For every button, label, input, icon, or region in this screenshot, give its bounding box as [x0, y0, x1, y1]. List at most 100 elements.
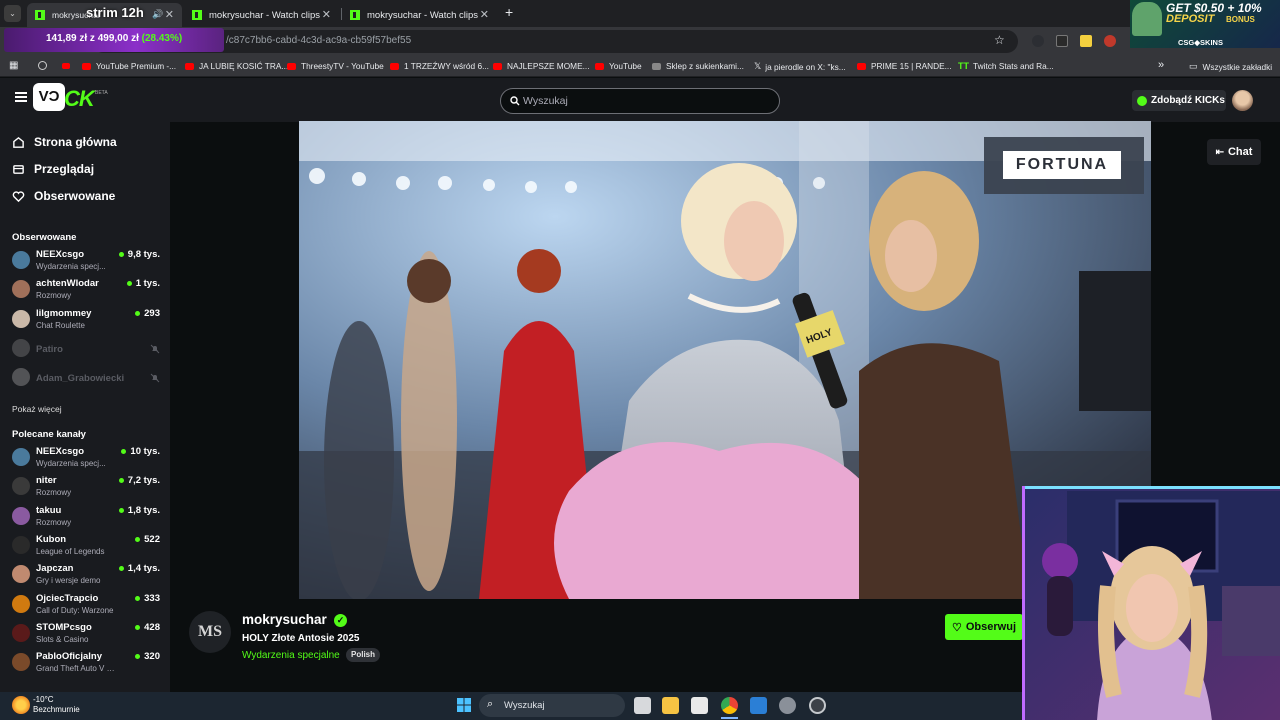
- youtube-icon: [595, 62, 604, 70]
- bookmark-item[interactable]: YouTube Premium -...: [82, 61, 176, 71]
- sidebar-channel-lilgmommey[interactable]: lilgmommey Chat Roulette 293: [12, 307, 160, 335]
- sidebar-channel-takuu[interactable]: takuu Rozmowy 1,8 tys.: [12, 504, 160, 532]
- channel-avatar: [12, 653, 30, 672]
- channel-name: PabloOficjalny: [36, 651, 102, 663]
- sidebar-channel-neexcsgo[interactable]: NEEXcsgo Wydarzenia specj... 9,8 tys.: [12, 248, 160, 276]
- youtube-icon: [390, 62, 399, 70]
- bookmark-label: 1 TRZEŹWY wśród 6...: [404, 61, 489, 71]
- weather-icon[interactable]: [12, 696, 30, 714]
- ad-bonus: BONUS: [1226, 15, 1255, 24]
- verified-icon: ✓: [334, 614, 347, 627]
- nav-following-label: Obserwowane: [34, 189, 116, 203]
- extension-icon[interactable]: [1056, 35, 1068, 47]
- language-tag[interactable]: Polish: [346, 648, 381, 662]
- bookmark-label: YouTube Premium -...: [96, 61, 177, 71]
- sidebar-channel-patiro[interactable]: Patiro: [12, 336, 160, 364]
- bookmark-item[interactable]: PRIME 15 | RANDE...: [857, 61, 952, 71]
- search-icon: ⌕: [487, 698, 494, 710]
- chrome-icon[interactable]: [38, 61, 47, 70]
- notifications-off-icon: [150, 344, 160, 354]
- bookmark-item[interactable]: NAJLEPSZE MOME...: [493, 61, 590, 71]
- tab-close-icon[interactable]: ✕: [322, 8, 331, 21]
- tab-close-icon[interactable]: ✕: [165, 8, 174, 21]
- file-explorer-icon[interactable]: [662, 697, 679, 714]
- nav-following[interactable]: Obserwowane: [12, 189, 115, 203]
- new-tab-button[interactable]: +: [505, 4, 513, 20]
- extension-icon[interactable]: [1104, 35, 1116, 47]
- follow-button[interactable]: ♡ Obserwuj: [945, 614, 1023, 640]
- tab-clips-1[interactable]: mokrysuchar - Watch clips on K ✕: [184, 3, 339, 27]
- x-icon: 𝕏: [754, 61, 762, 71]
- channel-avatar: [12, 280, 30, 299]
- bookmark-label: PRIME 15 | RANDE...: [871, 61, 952, 71]
- youtube-icon: [857, 62, 866, 70]
- tab-search-button[interactable]: ⌄: [4, 5, 21, 22]
- logo-mark-icon[interactable]: VƆ: [33, 83, 65, 111]
- chat-toggle-button[interactable]: ⇤ Chat: [1207, 139, 1261, 165]
- kick-logo-text[interactable]: CK: [64, 86, 95, 112]
- bookmark-item[interactable]: Sklep z sukienkami...: [652, 61, 744, 71]
- windows-taskbar: -10°C Bezchmurnie ⌕ Wyszukaj: [0, 692, 1022, 720]
- settings-gear-icon[interactable]: [779, 697, 796, 714]
- bookmark-item[interactable]: YouTube: [595, 61, 642, 71]
- sidebar-channel-stompcsgo[interactable]: STOMPcsgo Slots & Casino 428: [12, 621, 160, 649]
- get-kicks-button[interactable]: Zdobądź KICKs: [1132, 90, 1226, 111]
- bookmark-item[interactable]: 1 TRZEŹWY wśród 6...: [390, 61, 489, 71]
- viewer-count: 522: [135, 534, 160, 545]
- ad-character-image: [1132, 2, 1162, 36]
- youtube-icon: [82, 62, 91, 70]
- extension-icon[interactable]: [1080, 35, 1092, 47]
- stream-category-link[interactable]: Wydarzenia specjalne: [242, 650, 340, 661]
- channel-name: NEEXcsgo: [36, 446, 85, 457]
- bookmark-star-icon[interactable]: ☆: [994, 33, 1005, 47]
- nav-browse-label: Przeglądaj: [34, 162, 95, 176]
- chat-expand-icon: ⇤: [1215, 146, 1224, 158]
- apps-grid-icon[interactable]: ▦: [9, 60, 18, 71]
- sidebar-channel-niter[interactable]: niter Rozmowy 7,2 tys.: [12, 474, 160, 502]
- extension-icon[interactable]: [1032, 35, 1044, 47]
- tab-clips-2[interactable]: mokrysuchar - Watch clips on K ✕: [342, 3, 497, 27]
- weather-temp: -10°C: [33, 695, 54, 704]
- sidebar-channel-kubon[interactable]: Kubon League of Legends 522: [12, 533, 160, 561]
- photos-icon[interactable]: [750, 697, 767, 714]
- menu-icon[interactable]: [15, 92, 27, 102]
- sidebar-channel-adam_grabowiecki[interactable]: Adam_Grabowiecki: [12, 365, 160, 393]
- channel-avatar: [12, 594, 30, 613]
- channel-avatar[interactable]: MS: [189, 611, 231, 653]
- chrome-taskbar-icon[interactable]: [721, 697, 738, 714]
- bookmark-label: ja pierodle on X: "ks...: [765, 61, 846, 72]
- chevron-right-icon[interactable]: »: [1158, 59, 1164, 71]
- app-icon[interactable]: [809, 697, 826, 714]
- youtube-icon: [493, 62, 502, 70]
- task-view-icon[interactable]: [634, 697, 651, 714]
- youtube-icon[interactable]: [62, 63, 70, 69]
- taskbar-search[interactable]: ⌕ Wyszukaj: [479, 694, 625, 717]
- speaker-icon[interactable]: 🔊: [152, 9, 163, 20]
- channel-name[interactable]: mokrysuchar: [242, 612, 327, 627]
- browser-tab-strip: ⌄ mokrysuchar 🔊 ✕ mokrysuchar - Watch cl…: [0, 0, 1280, 27]
- sidebar-channel-achtenwlodar[interactable]: achtenWlodar Rozmowy 1 tys.: [12, 277, 160, 305]
- url-field[interactable]: /c87c7bb6-cabd-4c3d-ac9a-cb59f57bef55 ☆: [92, 30, 1018, 53]
- sidebar-channel-pablooficjalny[interactable]: PabloOficjalny Grand Theft Auto V (G... 32…: [12, 650, 160, 678]
- nav-browse[interactable]: Przeglądaj: [12, 162, 94, 176]
- user-avatar[interactable]: [1232, 90, 1253, 111]
- bookmark-item[interactable]: JA LUBIĘ KOSIĆ TRA...: [185, 61, 288, 71]
- windows-start-icon[interactable]: [456, 697, 472, 713]
- tab-close-icon[interactable]: ✕: [480, 8, 489, 21]
- sidebar-channel-neexcsgo[interactable]: NEEXcsgo Wydarzenia specj... 10 tys.: [12, 445, 160, 473]
- csgoskins-ad[interactable]: GET $0.50 + 10% DEPOSIT BONUS CSG◆SKINS: [1130, 0, 1280, 48]
- sidebar-channel-japczan[interactable]: Japczan Gry i wersje demo 1,4 tys.: [12, 562, 160, 590]
- browse-icon: [13, 164, 24, 174]
- bookmark-item[interactable]: TT Twitch Stats and Ra...: [958, 61, 1054, 71]
- store-icon[interactable]: [691, 697, 708, 714]
- channel-avatar: [12, 309, 30, 328]
- bookmark-item[interactable]: 𝕏ja pierodle on X: "ks...: [754, 61, 846, 72]
- channel-category: Grand Theft Auto V (G...: [36, 664, 116, 674]
- all-bookmarks-button[interactable]: ▭ Wszystkie zakładki: [1189, 61, 1272, 72]
- bookmark-item[interactable]: ThreestyTV - YouTube: [287, 61, 384, 71]
- channel-avatar: [12, 448, 30, 466]
- show-more-link[interactable]: Pokaż więcej: [12, 404, 62, 414]
- sidebar-channel-ojciectrapcio[interactable]: OjciecTrapcio Call of Duty: Warzone 333: [12, 592, 160, 620]
- search-box[interactable]: Wyszukaj: [500, 88, 780, 114]
- nav-home[interactable]: Strona główna: [12, 135, 117, 149]
